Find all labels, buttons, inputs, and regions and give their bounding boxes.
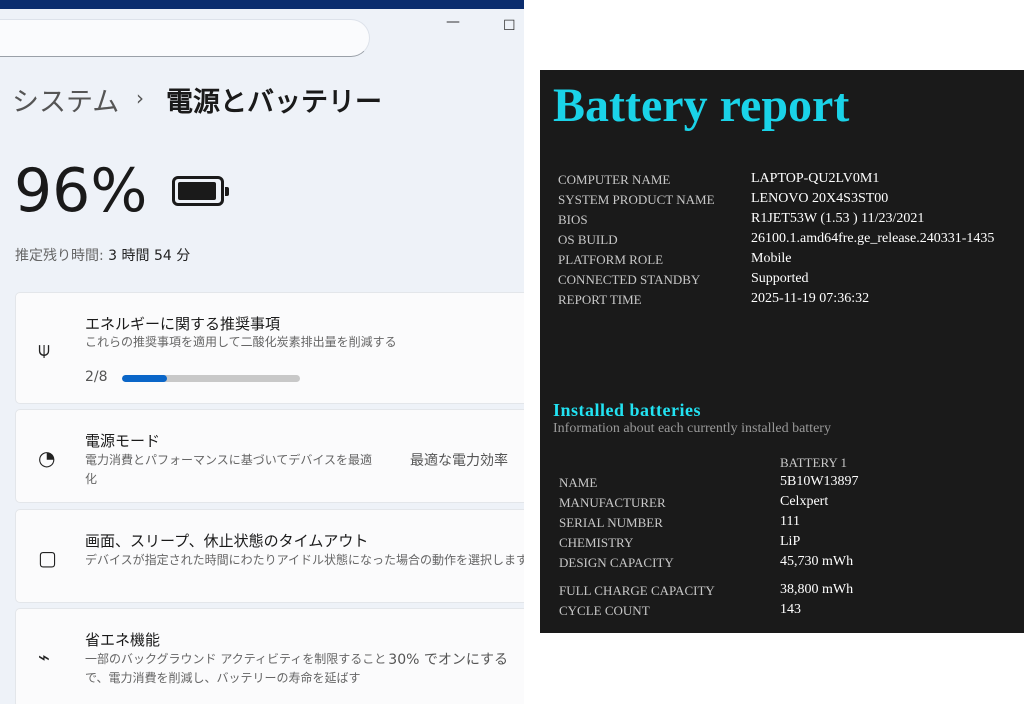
system-info-value: 2025-11-19 07:36:32 [751,291,870,306]
battery-report: Battery report COMPUTER NAME LAPTOP-QU2LV… [540,70,1024,633]
report-title: Battery report [553,79,850,132]
system-info-value: LENOVO 20X4S3ST00 [751,191,889,206]
card-desc: 電力消費とパフォーマンスに基づいてデバイスを最適化 [85,453,373,486]
breadcrumb-separator: › [136,86,144,110]
progress-bar [122,375,300,382]
power-mode-select[interactable]: 最適な電力効率 [410,450,508,470]
card-desc: 一部のバックグラウンド アクティビティを制限することで、電力消費を削減し、バッテ… [85,652,387,685]
battery-info-label: SERIAL NUMBER [559,515,663,530]
gauge-icon: ◔ [38,446,56,470]
system-info-label: CONNECTED STANDBY [558,272,701,287]
battery-icon [172,176,229,206]
battery-percent: 96% [14,156,148,226]
search-input[interactable] [0,19,370,57]
battery-info-value: LiP [780,534,801,549]
title-bar [0,0,524,9]
maximize-button[interactable]: ☐ [503,18,516,34]
remaining-label: 推定残り時間: [15,248,104,264]
leaf-icon: ⍦ [38,337,50,361]
breadcrumb-system[interactable]: システム [12,80,119,119]
settings-window: — ☐ システム › 電源とバッテリー 96% 推定残り時間: 3 時間 54 … [0,0,524,704]
system-info-value: 26100.1.amd64fre.ge_release.240331-1435 [751,231,995,246]
card-title: エネルギーに関する推奨事項 [85,315,281,333]
energy-saver-threshold[interactable]: 30% でオンにする [388,649,508,669]
remaining-value: 3 時間 54 分 [108,248,191,264]
battery-info-label: NAME [559,475,598,490]
card-title: 画面、スリープ、休止状態のタイムアウト [85,532,369,550]
card-energy-saver[interactable]: ⌁ 省エネ機能 一部のバックグラウンド アクティビティを制限することで、電力消費… [15,608,524,704]
screen-sleep-icon: ▢ [38,546,57,570]
minimize-button[interactable]: — [446,14,460,30]
card-title: 電源モード [85,432,161,450]
battery-column-header: BATTERY 1 [780,455,848,470]
system-info-label: PLATFORM ROLE [558,252,664,267]
battery-info-value: 5B10W13897 [780,474,859,489]
system-info-value: LAPTOP-QU2LV0M1 [751,171,880,186]
battery-info-value: 143 [780,602,801,617]
system-info-value: Mobile [751,251,792,266]
card-power-mode[interactable]: ◔ 電源モード 電力消費とパフォーマンスに基づいてデバイスを最適化 最適な電力効… [15,409,524,503]
system-info-label: OS BUILD [558,232,618,247]
battery-info-label: MANUFACTURER [559,495,666,510]
card-desc: デバイスが指定された時間にわたりアイドル状態になった場合の動作を選択します [85,553,524,567]
battery-info-value: Celxpert [780,494,829,509]
battery-info-value: 38,800 mWh [780,582,854,597]
battery-info-label: CHEMISTRY [559,535,634,550]
installed-batteries-heading: Installed batteries [553,400,701,420]
card-desc: これらの推奨事項を適用して二酸化炭素排出量を削減する [85,335,397,349]
battery-saver-icon: ⌁ [38,645,51,669]
card-screen-sleep[interactable]: ▢ 画面、スリープ、休止状態のタイムアウト デバイスが指定された時間にわたりアイ… [15,509,524,603]
battery-info-value: 45,730 mWh [780,554,854,569]
card-energy-recommendations[interactable]: ⍦ エネルギーに関する推奨事項 これらの推奨事項を適用して二酸化炭素排出量を削減… [15,292,524,404]
battery-info-label: DESIGN CAPACITY [559,555,674,570]
remaining-time: 推定残り時間: 3 時間 54 分 [15,245,190,265]
system-info-label: BIOS [558,212,588,227]
system-info-label: REPORT TIME [558,292,642,307]
battery-info-label: FULL CHARGE CAPACITY [559,583,715,598]
card-title: 省エネ機能 [85,631,161,649]
system-info-value: Supported [751,271,809,286]
page-title: 電源とバッテリー [166,87,382,118]
system-info-label: SYSTEM PRODUCT NAME [558,192,715,207]
installed-batteries-subtitle: Information about each currently install… [553,421,831,436]
battery-info-value: 111 [780,514,800,529]
system-info-value: R1JET53W (1.53 ) 11/23/2021 [751,211,925,226]
progress-label: 2/8 [85,369,108,385]
battery-info-label: CYCLE COUNT [559,603,650,618]
system-info-label: COMPUTER NAME [558,172,671,187]
